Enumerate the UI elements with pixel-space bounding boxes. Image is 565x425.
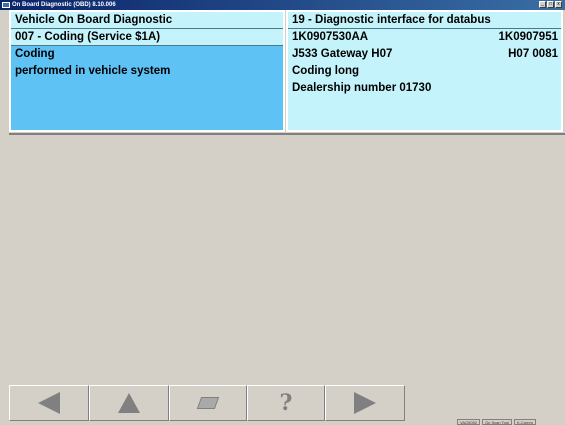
module-name: 19 - Diagnostic interface for databus xyxy=(288,12,561,29)
control-module-panel: 19 - Diagnostic interface for databus 1K… xyxy=(286,10,563,132)
arrow-left-icon xyxy=(38,392,60,414)
software-version: H07 0081 xyxy=(508,48,558,60)
help-button[interactable]: ? xyxy=(247,385,325,421)
window-controls: _ □ x xyxy=(539,1,562,8)
coding-type: Coding long xyxy=(292,65,360,77)
status-title: Coding xyxy=(15,48,55,60)
up-button[interactable] xyxy=(89,385,169,421)
minimize-button[interactable]: _ xyxy=(539,1,546,8)
forward-button[interactable] xyxy=(325,385,405,421)
part-number-alt: 1K0907951 xyxy=(498,31,558,43)
function-label: 007 - Coding (Service $1A) xyxy=(11,29,283,46)
part-number-row: 1K0907530AA 1K0907951 xyxy=(288,29,561,46)
component-row: J533 Gateway H07 H07 0081 xyxy=(288,46,561,63)
status-bar: VAG5052 On Scan Tool K-Comm xyxy=(457,419,536,425)
printer-icon xyxy=(196,397,220,409)
app-icon xyxy=(2,2,10,8)
arrow-right-icon xyxy=(354,392,376,414)
arrow-up-icon xyxy=(118,393,140,413)
question-mark-icon: ? xyxy=(279,390,293,416)
part-number: 1K0907530AA xyxy=(292,31,369,43)
dealership-number: Dealership number 01730 xyxy=(292,82,432,94)
title-bar: On Board Diagnostic (OBD) 8.10.006 _ □ x xyxy=(0,0,565,10)
main-content-area xyxy=(9,133,565,385)
vehicle-system-label: Vehicle On Board Diagnostic xyxy=(11,12,283,29)
status-cell-version: VAG5052 xyxy=(457,419,481,425)
back-button[interactable] xyxy=(9,385,89,421)
status-cell-mode: On Scan Tool xyxy=(482,419,513,425)
vehicle-info-panel: Vehicle On Board Diagnostic 007 - Coding… xyxy=(9,10,285,132)
maximize-button[interactable]: □ xyxy=(547,1,554,8)
status-area: Coding performed in vehicle system xyxy=(11,46,283,130)
component-name: J533 Gateway H07 xyxy=(292,48,393,60)
status-cell-comm: K-Comm xyxy=(514,419,536,425)
print-button[interactable] xyxy=(169,385,247,421)
status-message: performed in vehicle system xyxy=(15,65,171,77)
window-title: On Board Diagnostic (OBD) 8.10.006 xyxy=(12,2,116,8)
close-button[interactable]: x xyxy=(555,1,562,8)
